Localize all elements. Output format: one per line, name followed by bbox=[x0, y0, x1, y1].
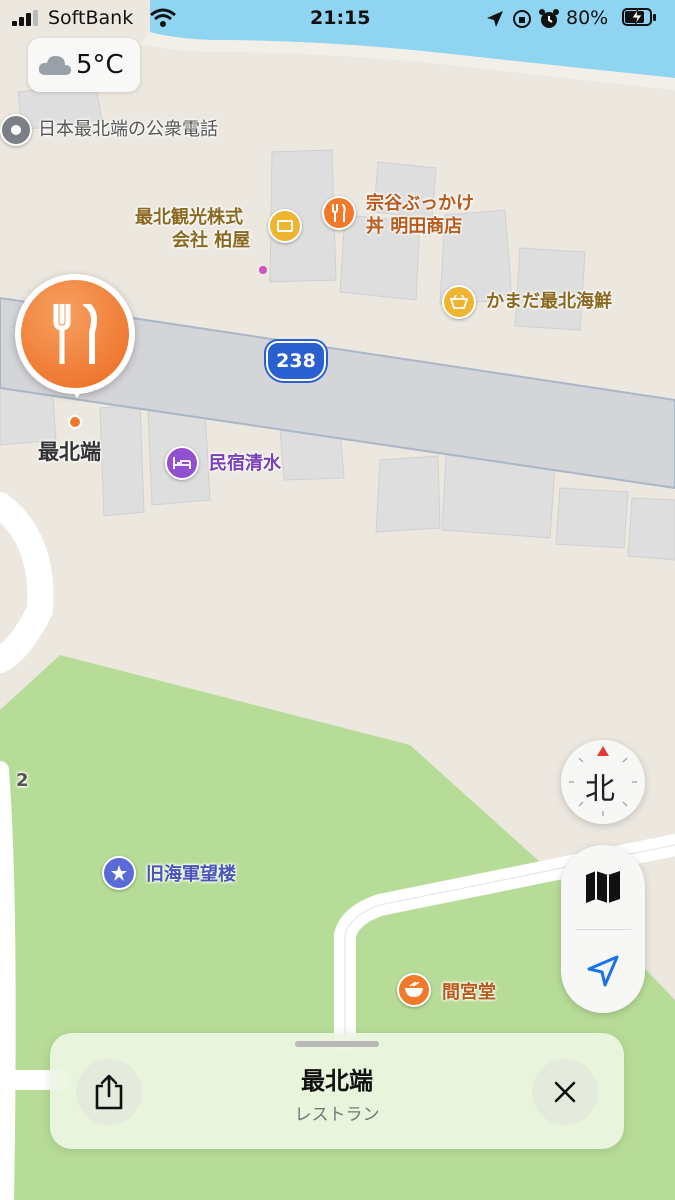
close-icon bbox=[554, 1081, 576, 1103]
lookout-label[interactable]: 旧海軍望楼 bbox=[146, 864, 236, 886]
place-title: 最北端 bbox=[301, 1067, 373, 1095]
location-arrow-icon bbox=[487, 11, 503, 27]
souvenir-shop-label-2[interactable]: 会社 柏屋 bbox=[172, 230, 250, 252]
star-landmark-icon[interactable] bbox=[102, 856, 136, 890]
road-number-label: 2 bbox=[16, 770, 29, 791]
orientation-lock-icon bbox=[513, 10, 531, 28]
battery-percent: 80% bbox=[566, 7, 609, 29]
clock-time: 21:15 bbox=[310, 7, 371, 29]
fork-knife-icon bbox=[53, 304, 97, 364]
bed-icon[interactable] bbox=[165, 446, 199, 480]
inn-label[interactable]: 民宿清水 bbox=[209, 453, 281, 475]
temperature: 5°C bbox=[76, 50, 124, 80]
souvenir-shop-icon[interactable] bbox=[268, 209, 302, 243]
cloud-icon bbox=[38, 55, 71, 75]
weather-chip[interactable]: 5°C bbox=[28, 38, 140, 92]
wifi-icon bbox=[150, 8, 176, 27]
carrier-name: SoftBank bbox=[48, 7, 134, 29]
share-icon bbox=[95, 1074, 123, 1110]
seafood-label[interactable]: かまだ最北海鮮 bbox=[486, 291, 612, 313]
basket-icon[interactable] bbox=[442, 285, 476, 319]
compass-north-label: 北 bbox=[585, 772, 615, 807]
signal-bars-icon bbox=[12, 10, 40, 26]
map-mode-button[interactable] bbox=[561, 845, 645, 929]
souvenir-shop-label-1[interactable]: 最北観光株式 bbox=[135, 207, 243, 229]
close-button[interactable] bbox=[532, 1059, 598, 1125]
payphone-poi-icon[interactable] bbox=[0, 114, 32, 146]
map-icon bbox=[586, 871, 620, 903]
route-238-shield: 238 bbox=[266, 341, 326, 381]
restaurant-label-2[interactable]: 丼 明田商店 bbox=[366, 216, 462, 238]
share-button[interactable] bbox=[76, 1059, 142, 1125]
selected-pin-label[interactable]: 最北端 bbox=[38, 441, 101, 463]
restaurant-icon[interactable] bbox=[322, 196, 356, 230]
payphone-label[interactable]: 日本最北端の公衆電話 bbox=[38, 119, 218, 141]
location-arrow-icon bbox=[587, 955, 619, 987]
pin-anchor-dot bbox=[68, 415, 82, 429]
place-card[interactable]: 最北端 レストラン bbox=[50, 1033, 624, 1149]
locate-me-button[interactable] bbox=[561, 929, 645, 1013]
map-controls-panel bbox=[561, 845, 645, 1013]
ramen-bowl-icon[interactable] bbox=[397, 973, 431, 1007]
battery-charging-icon bbox=[622, 8, 658, 28]
selected-restaurant-pin[interactable] bbox=[15, 274, 135, 404]
compass-button[interactable]: 北 bbox=[561, 740, 645, 824]
status-bar: SoftBank 21:15 80% bbox=[0, 0, 675, 40]
place-category: レストラン bbox=[294, 1105, 380, 1125]
sheet-grabber[interactable] bbox=[295, 1041, 379, 1047]
map-canvas[interactable] bbox=[0, 0, 675, 1200]
mamiyado-label[interactable]: 間宮堂 bbox=[442, 982, 496, 1004]
alarm-icon bbox=[539, 9, 559, 28]
restaurant-label-1[interactable]: 宗谷ぶっかけ bbox=[366, 193, 474, 215]
